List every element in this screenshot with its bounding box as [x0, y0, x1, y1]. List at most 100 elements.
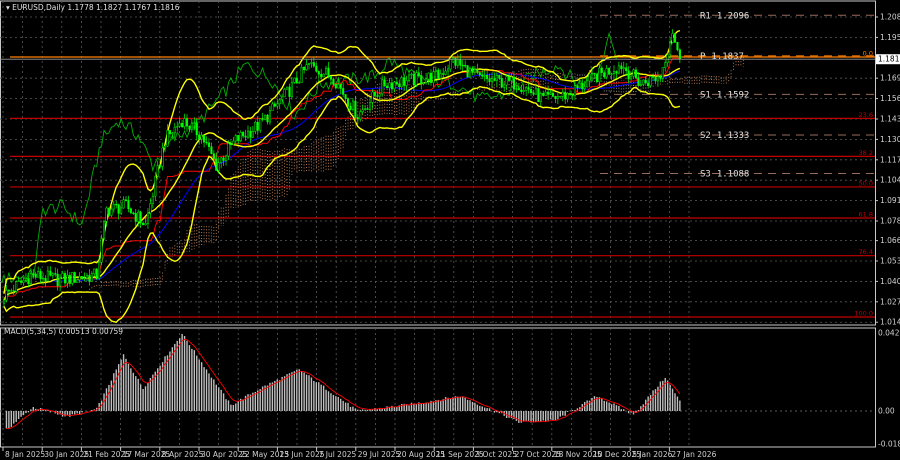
candle-body	[129, 208, 132, 214]
candle-body	[388, 82, 391, 89]
candle-body	[420, 75, 423, 85]
candle-body	[390, 82, 394, 90]
candle-body	[117, 204, 120, 214]
candle-body	[185, 118, 189, 127]
candle-body	[81, 276, 84, 280]
candle-body	[281, 96, 284, 100]
candle-body	[34, 273, 37, 278]
candle-body	[95, 268, 98, 279]
price-tick-label: 1.0660	[880, 236, 900, 245]
candle-body	[508, 76, 511, 81]
candle-body	[110, 208, 113, 216]
candle-body	[203, 134, 206, 143]
candle-body	[500, 78, 503, 88]
fibo-level-label: 61.8	[859, 211, 873, 219]
candle-body	[395, 81, 398, 85]
candle-body	[217, 162, 220, 171]
date-tick-label: 27 Jan 2026	[671, 450, 716, 459]
candle-body	[63, 273, 67, 284]
candle-body	[439, 73, 442, 79]
macd-panel-border	[0, 327, 876, 448]
candle-body	[183, 118, 186, 128]
candle-body	[178, 122, 181, 127]
candle-body	[486, 75, 489, 80]
candle-body	[295, 77, 298, 84]
candle-body	[471, 67, 474, 73]
candle-body	[551, 92, 555, 97]
candle-body	[671, 33, 674, 43]
candle-body	[366, 108, 369, 110]
candle-body	[325, 67, 328, 75]
candle-body	[246, 130, 250, 138]
candle-body	[239, 132, 242, 141]
candle-body	[242, 132, 245, 137]
candle-body	[483, 75, 486, 77]
candle-body	[56, 273, 59, 287]
candle-body	[227, 143, 230, 157]
candle-body	[124, 199, 128, 201]
candle-body	[425, 78, 428, 84]
candle-body	[476, 69, 479, 73]
candle-body	[254, 121, 257, 132]
price-tick-label: 1.1955	[880, 33, 900, 42]
candle-body	[273, 103, 276, 107]
price-chart[interactable]: 8 Jan 202530 Jan 202521 Feb 202517 Mar 2…	[0, 0, 900, 460]
candle-body	[327, 67, 330, 77]
candle-body	[468, 67, 472, 78]
bollinger-middle-band	[3, 67, 681, 301]
pivot-value: 1.1837	[711, 52, 744, 62]
candle-body	[264, 114, 267, 120]
candle-body	[44, 277, 47, 282]
candle-body	[403, 77, 406, 86]
candle-body	[659, 76, 662, 79]
candle-body	[71, 272, 74, 284]
candle-body	[283, 88, 286, 98]
candle-body	[456, 59, 459, 66]
pivot-name: S2	[700, 131, 711, 141]
candle-body	[444, 70, 447, 75]
candle-body	[564, 91, 567, 100]
bollinger-upper-band	[3, 29, 681, 294]
candle-body	[488, 78, 491, 82]
candle-body	[666, 54, 669, 63]
candle-body	[268, 110, 272, 123]
date-tick-label: 7 Jul 2025	[319, 450, 357, 459]
candle-body	[410, 73, 413, 76]
candle-body	[310, 62, 313, 64]
candle-body	[168, 130, 171, 135]
candle-body	[573, 85, 577, 96]
candle-body	[581, 82, 584, 90]
candle-body	[66, 274, 69, 284]
price-tick-label: 1.0785	[880, 217, 900, 226]
candle-body	[610, 73, 613, 75]
pivot-value: 1.1592	[717, 90, 750, 100]
candle-body	[154, 176, 157, 197]
candle-body	[83, 277, 86, 280]
candle-body	[622, 67, 625, 70]
candle-body	[617, 65, 620, 74]
candle-body	[590, 72, 594, 75]
pivot-value: 1.1333	[717, 131, 750, 141]
candle-body	[534, 88, 537, 95]
candle-body	[259, 118, 262, 131]
candle-body	[381, 79, 384, 95]
candle-body	[603, 72, 606, 78]
candle-body	[215, 158, 218, 171]
candle-body	[49, 270, 52, 276]
candle-body	[473, 69, 476, 73]
macd-tick-label: 0.00	[878, 407, 895, 416]
candle-body	[212, 153, 215, 159]
candle-body	[15, 281, 18, 292]
candle-body	[383, 79, 386, 87]
candle-body	[615, 71, 618, 74]
candle-body	[505, 76, 508, 86]
candle-body	[151, 195, 154, 204]
candle-body	[466, 65, 469, 78]
candle-body	[159, 165, 162, 167]
candle-body	[144, 223, 147, 226]
candle-body	[605, 68, 608, 78]
candle-body	[132, 212, 135, 214]
candle-body	[673, 33, 677, 43]
price-tick-label: 1.2085	[880, 13, 900, 22]
pivot-value: 1.1088	[717, 169, 750, 179]
